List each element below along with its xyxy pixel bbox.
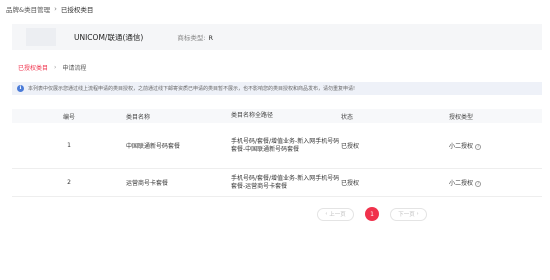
tab-application-process[interactable]: 申请流程: [62, 63, 86, 72]
cell-category-path: 手机号码/套餐/增值业务-新入网手机号码套餐-运营商号卡套餐: [231, 174, 340, 190]
header-auth-type: 授权类型: [449, 113, 474, 121]
step-nav: 已授权类目 › 申请流程: [18, 63, 86, 72]
info-icon: i: [17, 85, 24, 92]
brand-type: 商标类型: R: [177, 32, 213, 42]
auth-type-text: 小二授权: [449, 143, 474, 150]
cell-auth-type: 小二授权?: [449, 178, 542, 187]
next-page-button[interactable]: 下一页 ›: [390, 207, 427, 221]
pagination: ‹ 上一页 1 下一页 ›: [317, 207, 427, 221]
brand-name: UNICOM/联通(通信): [74, 32, 144, 42]
category-table: 编号 类目名称 类目名称全路径 状态 授权类型 1 中国联通新号码套餐 手机号码…: [12, 109, 542, 197]
breadcrumb-parent-link[interactable]: 品牌&类目管理: [6, 4, 50, 14]
brand-info-card: UNICOM/联通(通信) 商标类型: R: [12, 24, 542, 50]
cell-category-name: 运营商号卡套餐: [126, 180, 169, 187]
brand-type-label: 商标类型:: [177, 34, 206, 42]
brand-logo: [26, 28, 56, 46]
cell-auth-type: 小二授权?: [449, 141, 542, 150]
breadcrumb: 品牌&类目管理 › 已授权类目: [6, 4, 93, 14]
header-category-path: 类目名称全路径: [231, 112, 274, 119]
prev-page-button[interactable]: ‹ 上一页: [317, 207, 354, 221]
prev-page-label: 上一页: [329, 212, 346, 218]
question-circle-icon[interactable]: ?: [475, 143, 482, 150]
cell-category-name: 中国联通新号码套餐: [126, 143, 181, 150]
chevron-right-icon: ›: [414, 211, 419, 217]
cell-category-path: 手机号码/套餐/增值业务-新入网手机号码套餐-中国联通新号码套餐: [231, 137, 340, 153]
cell-id: 1: [67, 142, 71, 149]
header-category-name: 类目名称: [126, 113, 151, 121]
brand-type-value: R: [208, 34, 214, 42]
chevron-right-icon: ›: [54, 5, 57, 13]
next-page-label: 下一页: [398, 212, 415, 218]
breadcrumb-current: 已授权类目: [60, 6, 94, 14]
question-circle-icon[interactable]: ?: [475, 180, 482, 187]
tab-authorized-categories[interactable]: 已授权类目: [18, 63, 48, 72]
cell-status: 已授权: [341, 180, 360, 187]
table-row: 2 运营商号卡套餐 手机号码/套餐/增值业务-新入网手机号码套餐-运营商号卡套餐…: [12, 169, 542, 197]
page-1-button[interactable]: 1: [365, 207, 379, 221]
table-row: 1 中国联通新号码套餐 手机号码/套餐/增值业务-新入网手机号码套餐-中国联通新…: [12, 123, 542, 169]
cell-status: 已授权: [341, 143, 360, 150]
auth-type-text: 小二授权: [449, 180, 474, 187]
table-header: 编号 类目名称 类目名称全路径 状态 授权类型: [12, 109, 542, 123]
header-id: 编号: [62, 113, 75, 121]
notice-text: 本列表中仅展示您通过线上流程申请的类目授权，之前通过线下邮寄资质已申请的类目暂不…: [28, 86, 356, 92]
cell-id: 2: [67, 179, 71, 186]
header-status: 状态: [341, 113, 354, 121]
notice-banner: i 本列表中仅展示您通过线上流程申请的类目授权，之前通过线下邮寄资质已申请的类目…: [12, 82, 542, 95]
chevron-right-icon: ›: [54, 63, 57, 71]
